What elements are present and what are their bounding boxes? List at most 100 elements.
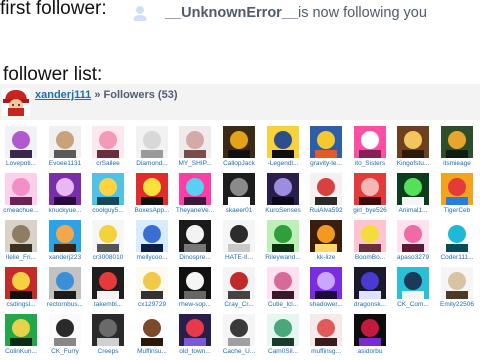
follower-item[interactable]: Cache_U...	[218, 314, 258, 356]
follower-avatar[interactable]	[267, 220, 299, 252]
follower-avatar[interactable]	[223, 173, 255, 205]
follower-avatar[interactable]	[92, 126, 124, 158]
owner-username-link[interactable]: xanderj111	[35, 89, 91, 101]
follower-avatar[interactable]	[136, 314, 168, 346]
follower-username[interactable]: KuroSenses	[262, 207, 304, 214]
follower-username[interactable]: shadower...	[305, 301, 347, 308]
follower-avatar[interactable]	[179, 126, 211, 158]
follower-avatar[interactable]	[354, 220, 386, 252]
follower-username[interactable]: gravity-le...	[305, 160, 347, 167]
follower-avatar[interactable]	[267, 314, 299, 346]
follower-avatar[interactable]	[354, 314, 386, 346]
follower-username[interactable]: BoxesApp...	[131, 207, 173, 214]
follower-username[interactable]: Diamond...	[131, 160, 173, 167]
follower-avatar[interactable]	[397, 173, 429, 205]
follower-avatar[interactable]	[310, 173, 342, 205]
follower-username[interactable]: Dinospre...	[174, 254, 216, 261]
follower-avatar[interactable]	[223, 126, 255, 158]
follower-avatar[interactable]	[223, 267, 255, 299]
follower-username[interactable]: CK_Furry	[44, 348, 86, 355]
follower-username[interactable]: Coder111...	[436, 254, 478, 261]
follower-username[interactable]: Cutie_lcl...	[262, 301, 304, 308]
follower-item[interactable]: skaeer01	[218, 173, 258, 215]
follower-item[interactable]: Diamond...	[131, 126, 171, 168]
follower-avatar[interactable]	[310, 126, 342, 158]
follower-avatar[interactable]	[310, 267, 342, 299]
follower-username[interactable]: dragonsk...	[349, 301, 391, 308]
follower-avatar[interactable]	[5, 220, 37, 252]
follower-username[interactable]: takembl...	[87, 301, 129, 308]
follower-item[interactable]: Cutie_lcl...	[262, 267, 302, 309]
follower-username[interactable]: apaso3279	[392, 254, 434, 261]
follower-item[interactable]: Cray_Cr...	[218, 267, 258, 309]
follower-avatar[interactable]	[49, 220, 81, 252]
follower-item[interactable]: gravity-le...	[305, 126, 345, 168]
follower-item[interactable]: ColinKun...	[0, 314, 40, 356]
follower-username[interactable]: muffinsg...	[305, 348, 347, 355]
follower-avatar[interactable]	[310, 220, 342, 252]
follower-item[interactable]: knuckyue...	[44, 173, 84, 215]
follower-item[interactable]: girl_bye526	[349, 173, 389, 215]
follower-item[interactable]: TigerCeb	[436, 173, 476, 215]
follower-username[interactable]: ito_Sisters	[349, 160, 391, 167]
follower-avatar[interactable]	[179, 220, 211, 252]
follower-avatar[interactable]	[49, 126, 81, 158]
follower-avatar[interactable]	[5, 173, 37, 205]
follower-avatar[interactable]	[397, 267, 429, 299]
follower-username[interactable]: Emily22506	[436, 301, 478, 308]
follower-username[interactable]: Cray_Cr...	[218, 301, 260, 308]
follower-username[interactable]: Lovepoti...	[0, 160, 42, 167]
follower-avatar[interactable]	[136, 126, 168, 158]
follower-username[interactable]: knuckyue...	[44, 207, 86, 214]
follower-username[interactable]: cmeachue...	[0, 207, 42, 214]
follower-username[interactable]: mellycoo...	[131, 254, 173, 261]
follower-item[interactable]: cx129729	[131, 267, 171, 309]
follower-username[interactable]: Animal1...	[392, 207, 434, 214]
follower-item[interactable]: CallopJack	[218, 126, 258, 168]
follower-username[interactable]: Kingofstu...	[392, 160, 434, 167]
follower-item[interactable]: Muffinsu...	[131, 314, 171, 356]
follower-avatar[interactable]	[397, 126, 429, 158]
follower-avatar[interactable]	[441, 173, 473, 205]
follower-avatar[interactable]	[267, 267, 299, 299]
follower-item[interactable]: HATE-II...	[218, 220, 258, 262]
follower-username[interactable]: RuiAlva592	[305, 207, 347, 214]
follower-item[interactable]: coolguy5...	[87, 173, 127, 215]
follower-item[interactable]: itsmieage	[436, 126, 476, 168]
follower-item[interactable]: Dinospre...	[174, 220, 214, 262]
follower-avatar[interactable]	[49, 314, 81, 346]
follower-item[interactable]: kk-lize	[305, 220, 345, 262]
follower-item[interactable]: KuroSenses	[262, 173, 302, 215]
follower-item[interactable]: asidorbu	[349, 314, 389, 356]
follower-avatar[interactable]	[5, 267, 37, 299]
follower-avatar[interactable]	[49, 173, 81, 205]
follower-username[interactable]: cr3008010	[87, 254, 129, 261]
follower-avatar[interactable]	[267, 173, 299, 205]
follower-username[interactable]: lIelie_Fri...	[0, 254, 42, 261]
follower-item[interactable]: crSailee	[87, 126, 127, 168]
follower-username[interactable]: rectornbus...	[44, 301, 86, 308]
follower-avatar[interactable]	[354, 267, 386, 299]
follower-item[interactable]: rectornbus...	[44, 267, 84, 309]
follower-avatar[interactable]	[92, 220, 124, 252]
follower-item[interactable]: BoomBo...	[349, 220, 389, 262]
follower-item[interactable]: rhew-sop...	[174, 267, 214, 309]
follower-username[interactable]: cx129729	[131, 301, 173, 308]
follower-avatar[interactable]	[441, 126, 473, 158]
follower-item[interactable]: MY_SHIP...	[174, 126, 214, 168]
follower-username[interactable]: skaeer01	[218, 207, 260, 214]
follower-item[interactable]: -Legendl...	[262, 126, 302, 168]
follower-username[interactable]: TigerCeb	[436, 207, 478, 214]
follower-username[interactable]: Cam0Sil...	[262, 348, 304, 355]
follower-avatar[interactable]	[441, 267, 473, 299]
follower-avatar[interactable]	[179, 314, 211, 346]
follower-avatar[interactable]	[397, 220, 429, 252]
follower-username[interactable]: rhew-sop...	[174, 301, 216, 308]
follower-avatar[interactable]	[49, 267, 81, 299]
follower-username[interactable]: Creeps	[87, 348, 129, 355]
follower-item[interactable]: ito_Sisters	[349, 126, 389, 168]
follower-avatar[interactable]	[136, 267, 168, 299]
follower-item[interactable]: old_town...	[174, 314, 214, 356]
follower-item[interactable]: Evoee1131	[44, 126, 84, 168]
follower-username[interactable]: CK_Com...	[392, 301, 434, 308]
